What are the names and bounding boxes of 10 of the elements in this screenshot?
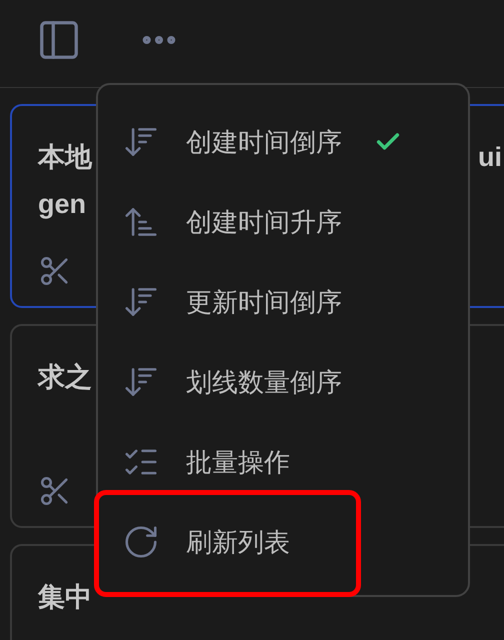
card-title: 求之: [38, 361, 92, 394]
card-title: 本地: [38, 141, 92, 174]
menu-item[interactable]: 划线数量倒序: [98, 342, 468, 422]
card-title: ui: [478, 141, 502, 174]
card-title: 集中: [38, 581, 92, 614]
menu-item[interactable]: 创建时间倒序: [98, 102, 468, 182]
menu-item[interactable]: 更新时间倒序: [98, 262, 468, 342]
menu-item[interactable]: 创建时间升序: [98, 182, 468, 262]
card-title: gen: [38, 188, 88, 221]
menu-item[interactable]: 批量操作: [98, 422, 468, 502]
